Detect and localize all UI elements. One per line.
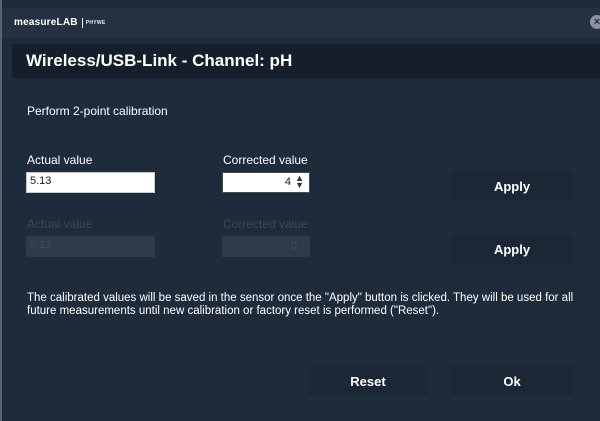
actual-value-text-1: 5.13 xyxy=(30,175,52,187)
corrected-value-label-1: Corrected value xyxy=(223,153,308,167)
actual-value-text-2: 5.13 xyxy=(30,239,52,251)
corrected-value-stepper-2: 0 xyxy=(222,236,310,257)
corrected-value-text-1: 4 xyxy=(284,176,291,188)
calibration-note: The calibrated values will be saved in t… xyxy=(27,292,574,317)
spinner-arrows-icon[interactable]: ▲ ▼ xyxy=(295,174,304,190)
corrected-value-label-2: Corrected value xyxy=(223,217,308,231)
actual-value-label-2: Actual value xyxy=(27,217,93,231)
corrected-value-stepper-1[interactable]: 4 ▲ ▼ xyxy=(222,172,310,193)
ok-button[interactable]: Ok xyxy=(451,366,573,396)
app-logo: measureLAB PHYWE xyxy=(14,17,106,28)
corrected-value-text-2: 0 xyxy=(290,240,297,252)
actual-value-field-1[interactable]: 5.13 xyxy=(26,172,155,193)
brand-divider xyxy=(81,17,83,28)
calibration-dialog: measureLAB PHYWE × Wireless/USB-Link - C… xyxy=(2,0,600,421)
close-icon[interactable]: × xyxy=(590,15,600,29)
dialog-header: Wireless/USB-Link - Channel: pH xyxy=(12,44,600,78)
actual-value-field-2: 5.13 xyxy=(26,236,155,257)
brand-name: measureLAB xyxy=(14,17,78,28)
calibration-subtitle: Perform 2-point calibration xyxy=(27,104,168,118)
reset-button[interactable]: Reset xyxy=(308,366,428,396)
apply-button-1[interactable]: Apply xyxy=(451,171,573,201)
actual-value-label-1: Actual value xyxy=(27,153,93,167)
title-bar: measureLAB PHYWE × xyxy=(2,8,600,38)
brand-sub: PHYWE xyxy=(85,19,106,26)
page-title: Wireless/USB-Link - Channel: pH xyxy=(26,51,293,70)
apply-button-2[interactable]: Apply xyxy=(451,234,573,264)
